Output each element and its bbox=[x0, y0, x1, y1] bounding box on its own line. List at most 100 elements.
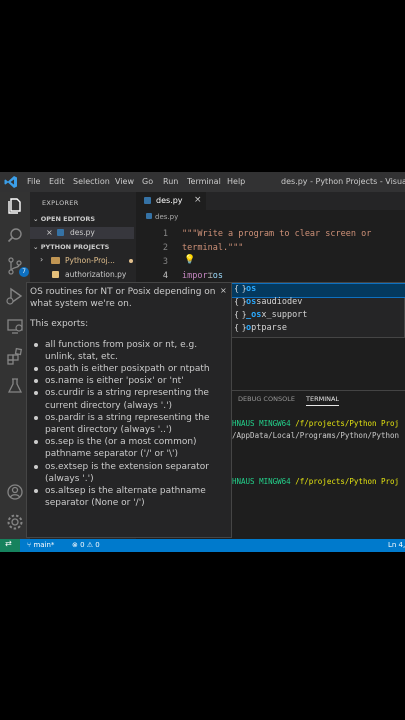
suggestion-widget: { } os { } ossaudiodev { } _osx_support … bbox=[230, 282, 405, 338]
cursor-position[interactable]: Ln 4, bbox=[388, 541, 405, 549]
list-item: os.pardir is a string representing the p… bbox=[30, 412, 218, 436]
list-item: os.altsep is the alternate pathname sepa… bbox=[30, 485, 218, 509]
python-file-icon bbox=[57, 229, 64, 236]
source-control-badge: 7 bbox=[19, 267, 29, 277]
code-line-4[interactable]: impor⌶os bbox=[182, 271, 223, 281]
module-icon: { } bbox=[234, 284, 247, 293]
module-icon: { } bbox=[234, 310, 247, 319]
breadcrumb-file: des.py bbox=[155, 213, 179, 221]
problems-indicator[interactable]: ⊗ 0 ⚠ 0 bbox=[72, 541, 100, 549]
menu-run[interactable]: Run bbox=[163, 177, 178, 186]
line-number: 1 bbox=[162, 229, 168, 239]
account-icon[interactable] bbox=[5, 482, 25, 502]
docs-intro: OS routines for NT or Posix depending on… bbox=[30, 287, 216, 310]
module-icon: { } bbox=[234, 323, 247, 332]
menu-terminal[interactable]: Terminal bbox=[187, 177, 221, 186]
suggestion-item[interactable]: { } _osx_support bbox=[231, 310, 405, 323]
code-line-1[interactable]: """Write a program to clear screen or bbox=[182, 229, 371, 239]
python-file-icon bbox=[52, 271, 59, 278]
list-item: os.extsep is the extension separator (al… bbox=[30, 461, 218, 485]
menu-go[interactable]: Go bbox=[142, 177, 153, 186]
tab-label: des.py bbox=[156, 196, 183, 205]
line-number: 4 bbox=[162, 271, 168, 281]
list-item: os.path is either posixpath or ntpath bbox=[30, 363, 218, 375]
remote-indicator[interactable]: ⇄ bbox=[0, 539, 20, 552]
list-item: os.name is either 'posix' or 'nt' bbox=[30, 375, 218, 387]
python-file-icon bbox=[146, 213, 152, 219]
list-item: all functions from posix or nt, e.g. unl… bbox=[30, 339, 218, 363]
suggestion-rest: x_support bbox=[261, 310, 308, 320]
testing-icon[interactable] bbox=[5, 376, 25, 396]
code-line-2[interactable]: terminal.""" bbox=[182, 243, 243, 253]
docs-list: all functions from posix or nt, e.g. unl… bbox=[30, 339, 218, 510]
suggestion-rest: ptparse bbox=[251, 323, 287, 333]
source-control-icon[interactable]: 7 bbox=[5, 256, 29, 277]
docs-content: OS routines for NT or Posix depending on… bbox=[30, 286, 218, 509]
terminal-host: HNAUS MINGW64 bbox=[232, 419, 291, 428]
list-item: os.curdir is a string representing the c… bbox=[30, 387, 218, 411]
menu-edit[interactable]: Edit bbox=[49, 177, 65, 186]
modified-dot-icon bbox=[129, 259, 133, 263]
branch-indicator[interactable]: ⑂ main* bbox=[27, 541, 54, 549]
suggestion-item[interactable]: { } os bbox=[230, 283, 405, 298]
python-file-icon bbox=[144, 197, 151, 204]
tab-debug-console[interactable]: DEBUG CONSOLE bbox=[238, 395, 295, 403]
list-item: os.sep is the (or a most common) pathnam… bbox=[30, 436, 218, 460]
python-projects-section[interactable]: ⌄ PYTHON PROJECTS bbox=[33, 243, 109, 251]
terminal-line: /AppData/Local/Programs/Python/Python bbox=[232, 431, 400, 440]
terminal-path: /f/projects/Python Proj bbox=[295, 419, 400, 428]
terminal-line: HNAUS MINGW64 /f/projects/Python Proj bbox=[232, 477, 399, 486]
suggestion-rest: saudiodev bbox=[256, 297, 303, 307]
suggestion-match: os bbox=[246, 284, 257, 294]
status-bar: ⇄ ⑂ main* ⊗ 0 ⚠ 0 Ln 4, bbox=[0, 539, 405, 552]
menu-selection[interactable]: Selection bbox=[73, 177, 110, 186]
menu-view[interactable]: View bbox=[115, 177, 134, 186]
terminal-path: /f/projects/Python Proj bbox=[295, 477, 400, 486]
search-icon[interactable] bbox=[5, 226, 25, 246]
file-name: authorization.py bbox=[65, 270, 127, 279]
suggestion-match: _os bbox=[246, 310, 262, 320]
line-number: 2 bbox=[162, 243, 168, 253]
import-keyword: impor bbox=[182, 271, 208, 281]
lightbulb-icon[interactable]: 💡 bbox=[184, 255, 195, 265]
file-item[interactable]: authorization.py bbox=[30, 269, 134, 281]
tab-bar: des.py × bbox=[136, 192, 405, 210]
run-debug-icon[interactable] bbox=[5, 286, 25, 306]
branch-icon: ⑂ bbox=[27, 541, 32, 549]
line-number: 3 bbox=[162, 257, 168, 267]
window-title: des.py - Python Projects - Visual Studio… bbox=[281, 177, 405, 186]
tab-des-py[interactable]: des.py × bbox=[136, 192, 206, 210]
module-name: os bbox=[212, 271, 223, 281]
menu-file[interactable]: File bbox=[27, 177, 40, 186]
title-bar: File Edit Selection View Go Run Terminal… bbox=[0, 172, 405, 192]
remote-icon: ⇄ bbox=[5, 539, 12, 548]
open-editors-label: OPEN EDITORS bbox=[40, 215, 96, 223]
terminal-line: HNAUS MINGW64 /f/projects/Python Proj bbox=[232, 419, 399, 428]
breadcrumb[interactable]: des.py bbox=[146, 213, 178, 221]
close-icon[interactable]: × bbox=[194, 195, 202, 205]
explorer-title: EXPLORER bbox=[42, 199, 79, 207]
chevron-down-icon: ⌄ bbox=[33, 243, 39, 251]
open-editor-item[interactable]: × des.py bbox=[30, 227, 134, 239]
chevron-down-icon: ⌄ bbox=[33, 215, 39, 223]
suggestion-item[interactable]: { } ossaudiodev bbox=[231, 297, 405, 310]
open-editors-section[interactable]: ⌄ OPEN EDITORS bbox=[33, 215, 95, 223]
suggestion-item[interactable]: { } optparse bbox=[231, 323, 405, 336]
python-projects-label: PYTHON PROJECTS bbox=[40, 243, 110, 251]
gear-icon[interactable] bbox=[5, 512, 25, 532]
close-icon[interactable]: × bbox=[46, 228, 53, 237]
menu-help[interactable]: Help bbox=[227, 177, 245, 186]
suggestion-docs-panel: × OS routines for NT or Posix depending … bbox=[26, 282, 232, 538]
explorer-icon[interactable] bbox=[5, 196, 25, 216]
extensions-icon[interactable] bbox=[5, 346, 25, 366]
module-icon: { } bbox=[234, 297, 247, 306]
folder-icon bbox=[51, 257, 60, 264]
branch-name: main* bbox=[33, 541, 55, 549]
vscode-logo-icon bbox=[4, 176, 17, 188]
folder-name: Python-Proj... bbox=[65, 256, 115, 265]
folder-item[interactable]: › Python-Proj... bbox=[30, 255, 134, 267]
remote-explorer-icon[interactable] bbox=[5, 316, 25, 336]
docs-exports-heading: This exports: bbox=[30, 319, 89, 330]
tab-terminal[interactable]: TERMINAL bbox=[306, 395, 340, 406]
close-icon[interactable]: × bbox=[220, 285, 227, 297]
